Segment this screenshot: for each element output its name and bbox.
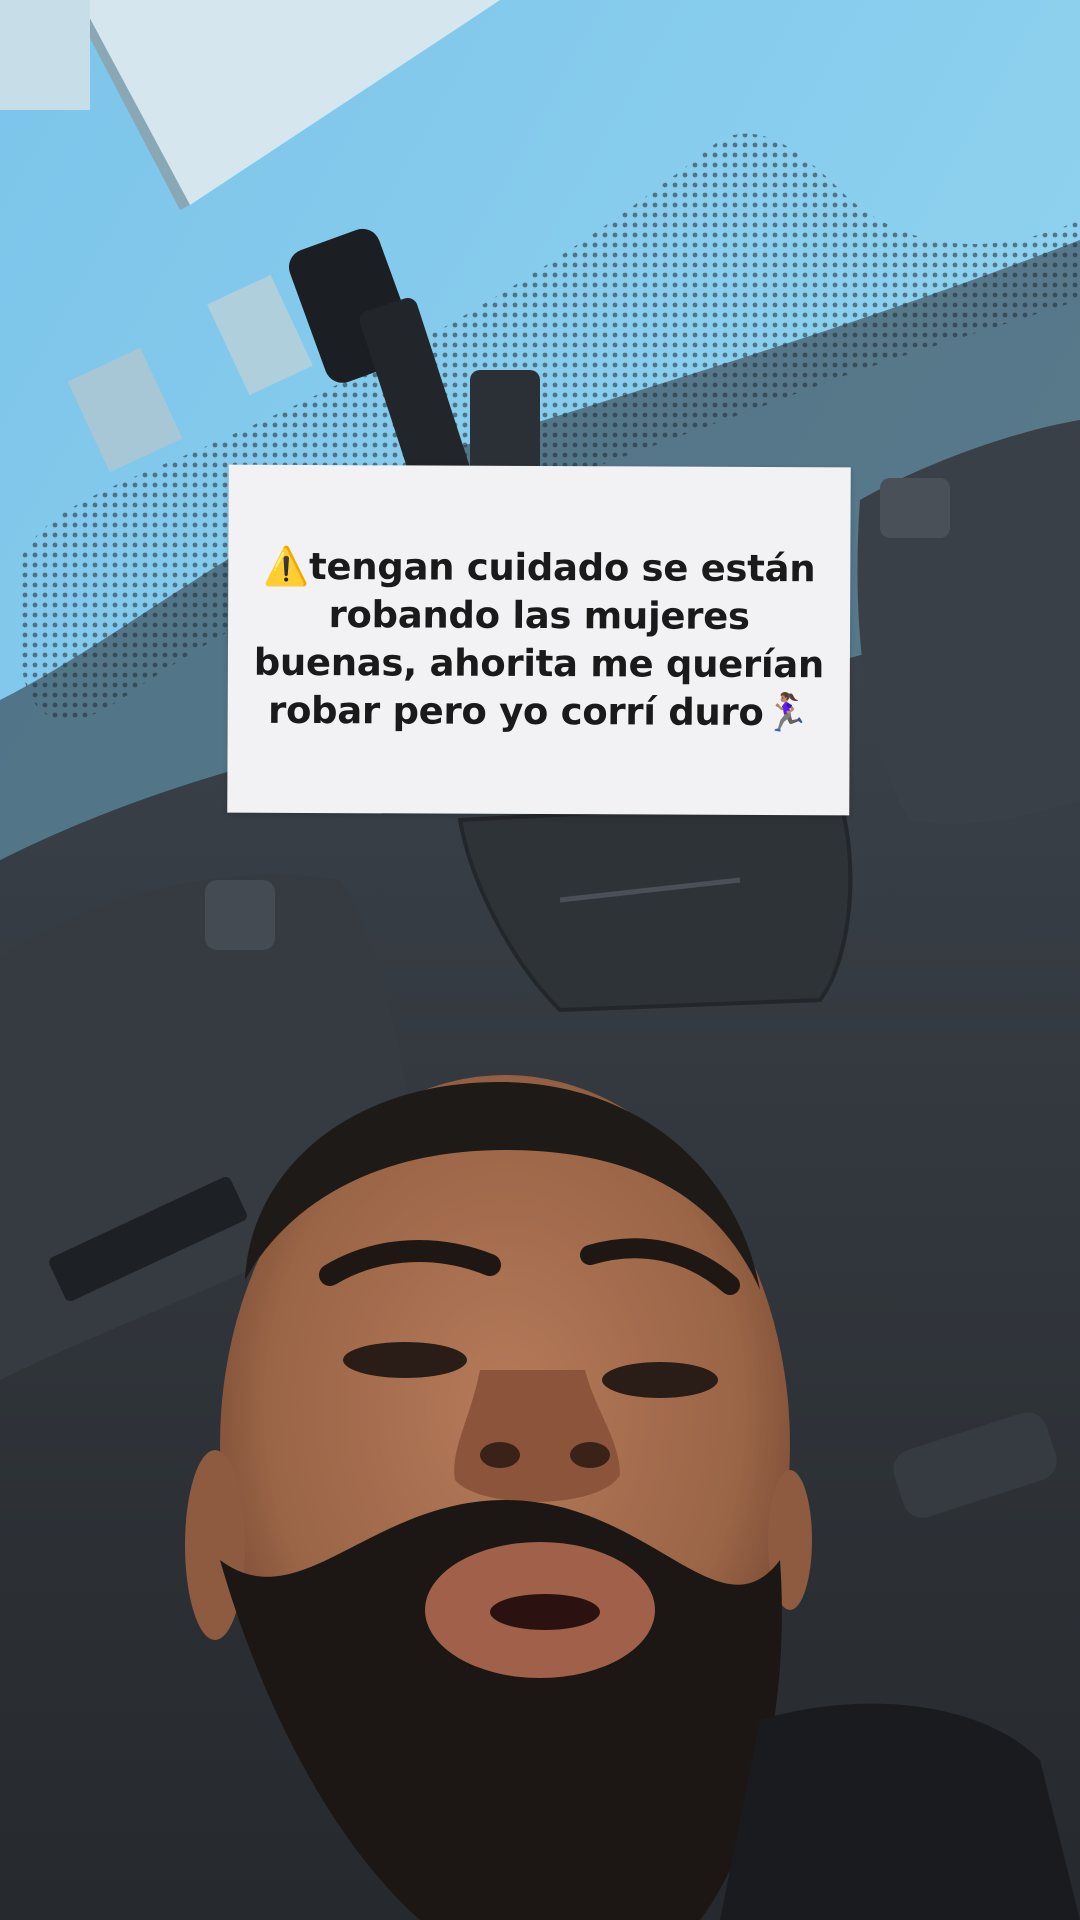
caption-card: ⚠️tengan cuidado se están robando las mu… (227, 464, 851, 816)
car-interior-photo (0, 0, 1080, 1920)
caption-text: ⚠️tengan cuidado se están robando las mu… (253, 544, 825, 735)
video-frame: ⚠️tengan cuidado se están robando las mu… (0, 0, 1080, 1920)
